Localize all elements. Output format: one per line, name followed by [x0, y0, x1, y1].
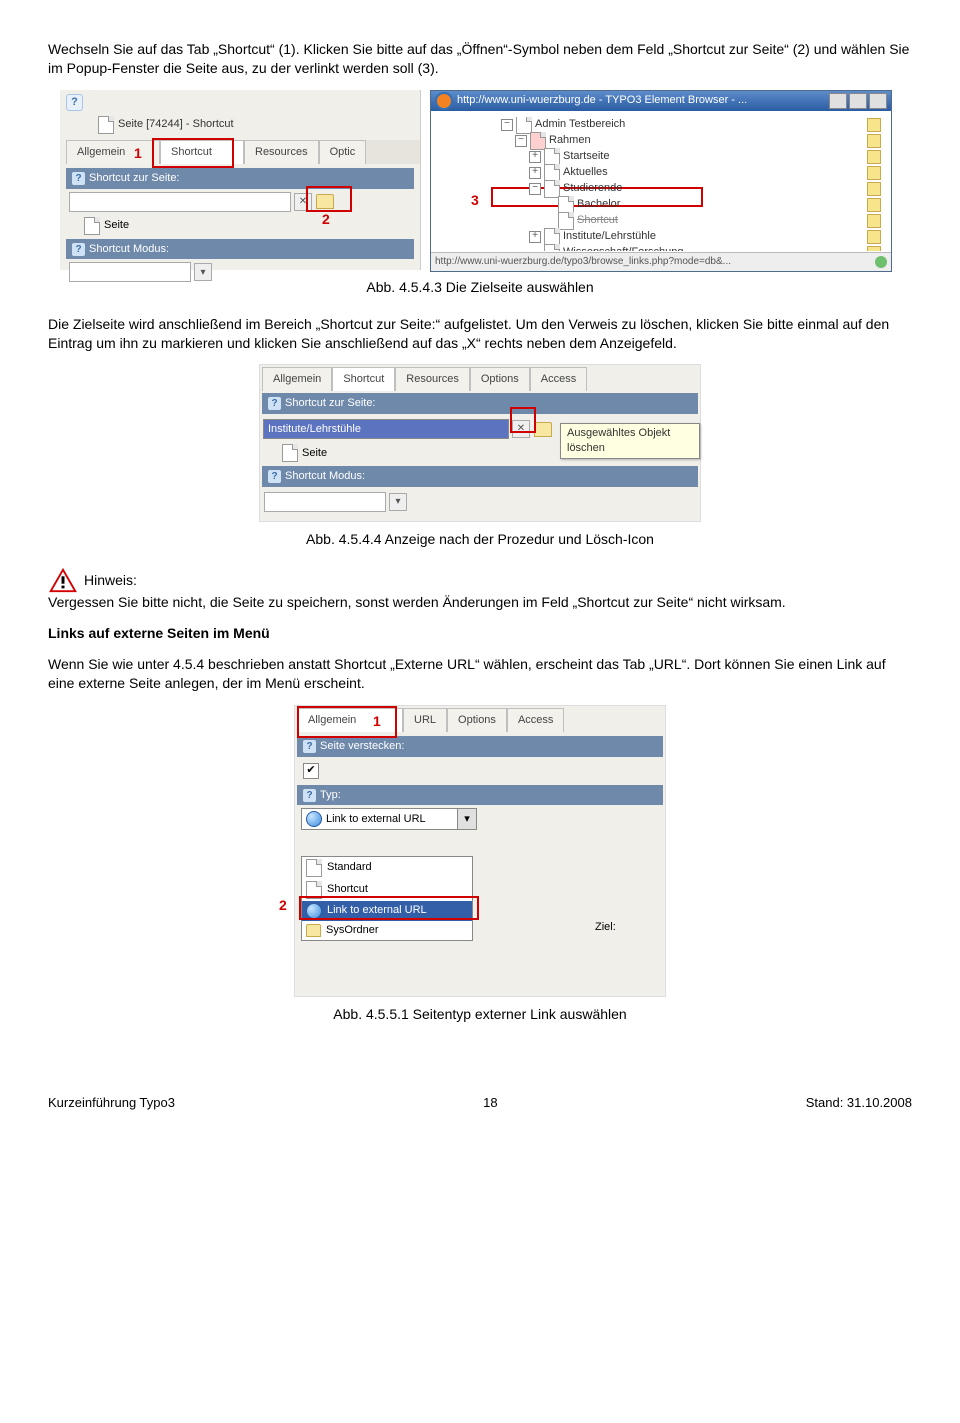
shot1-tabs: Allgemein Shortcut Resources Optic: [66, 140, 420, 164]
field-label-text: Shortcut Modus:: [285, 469, 365, 484]
tooltip-delete: Ausgewähltes Objekt löschen: [560, 423, 700, 459]
footer-page-number: 18: [483, 1094, 497, 1112]
field-shortcut-zur-seite: ?Shortcut zur Seite:: [66, 168, 414, 189]
shortcut-target-value[interactable]: Institute/Lehrstühle: [263, 419, 509, 439]
field-shortcut-modus: ?Shortcut Modus:: [262, 466, 698, 487]
dropdown-option-sysordner[interactable]: SysOrdner: [302, 921, 472, 940]
window-close-icon[interactable]: [869, 93, 887, 109]
ziel-label: Ziel:: [595, 920, 616, 935]
status-url: http://www.uni-wuerzburg.de/typo3/browse…: [435, 255, 731, 269]
field-shortcut-modus: ?Shortcut Modus:: [66, 239, 414, 260]
tree-item[interactable]: −Studierende: [501, 181, 881, 197]
window-min-icon[interactable]: [829, 93, 847, 109]
page-tree: −Admin Testbereich −Rahmen +Startseite +…: [501, 117, 881, 251]
tab-access[interactable]: Access: [507, 708, 564, 732]
globe-icon: [306, 811, 322, 827]
tree-item[interactable]: −Rahmen: [501, 133, 881, 149]
seite-sublabel: Seite: [302, 446, 327, 461]
select-arrow-icon[interactable]: ▾: [194, 263, 212, 281]
status-ok-icon: [875, 256, 887, 268]
tab-options[interactable]: Options: [447, 708, 507, 732]
tab-allgemein[interactable]: Allgemein: [262, 367, 332, 391]
popup-title: http://www.uni-wuerzburg.de - TYPO3 Elem…: [457, 93, 747, 108]
tree-item[interactable]: −Admin Testbereich: [501, 117, 881, 133]
tab-url[interactable]: URL: [403, 708, 447, 732]
tree-item[interactable]: Bachelor: [501, 197, 881, 213]
window-buttons: [829, 93, 887, 109]
warning-icon: [48, 567, 78, 593]
highlight-number-3: 3: [471, 191, 479, 210]
field-label-text: Seite verstecken:: [320, 739, 404, 754]
highlight-number-2: 2: [322, 210, 330, 229]
tree-item[interactable]: +Startseite: [501, 149, 881, 165]
highlight-number-2: 2: [279, 896, 287, 915]
page-footer: Kurzeinführung Typo3 18 Stand: 31.10.200…: [48, 1094, 912, 1112]
folder-open-icon[interactable]: [534, 422, 552, 437]
screenshot-2: Allgemein Shortcut Resources Options Acc…: [259, 364, 701, 522]
tab-access[interactable]: Access: [530, 367, 587, 391]
tree-item[interactable]: +Aktuelles: [501, 165, 881, 181]
dropdown-option-standard[interactable]: Standard: [302, 857, 472, 879]
footer-right: Stand: 31.10.2008: [806, 1094, 912, 1112]
field-shortcut-zur-seite: ?Shortcut zur Seite:: [262, 393, 698, 414]
field-seite-verstecken: ?Seite verstecken:: [297, 736, 663, 757]
type-select[interactable]: Link to external URL ▾: [301, 808, 477, 830]
page-icon: [98, 116, 114, 134]
tab-shortcut[interactable]: Shortcut: [332, 367, 395, 391]
hinweis-label: Hinweis:: [84, 571, 137, 590]
shot1-left-panel: ? Seite [74244] - Shortcut Allgemein Sho…: [60, 90, 421, 270]
field-label-text: Shortcut Modus:: [89, 242, 169, 257]
tab-allgemein[interactable]: Allgemein: [66, 140, 160, 164]
shortcut-target-input[interactable]: [69, 192, 291, 212]
highlight-box-2: [299, 896, 479, 920]
shortcut-modus-select[interactable]: [69, 262, 191, 282]
tree-item[interactable]: Wissenschaft/Forschung: [501, 245, 881, 251]
highlight-box-delete: [510, 407, 536, 433]
tab-options[interactable]: Optic: [319, 140, 367, 164]
tab-resources[interactable]: Resources: [244, 140, 319, 164]
page-icon: [282, 444, 298, 462]
shortcut-modus-select[interactable]: [264, 492, 386, 512]
field-label-text: Typ:: [320, 788, 341, 803]
footer-left: Kurzeinführung Typo3: [48, 1094, 175, 1112]
page-header: Seite [74244] - Shortcut: [98, 116, 234, 134]
type-select-value: Link to external URL: [326, 812, 426, 827]
page-header-label: Seite [74244] - Shortcut: [118, 117, 234, 132]
window-max-icon[interactable]: [849, 93, 867, 109]
highlight-number-1: 1: [134, 144, 142, 163]
shot2-tabs: Allgemein Shortcut Resources Options Acc…: [262, 367, 698, 391]
page-icon: [84, 217, 100, 235]
field-label-text: Shortcut zur Seite:: [285, 396, 376, 411]
heading-external-links: Links auf externe Seiten im Menü: [48, 624, 912, 643]
paragraph-3: Wenn Sie wie unter 4.5.4 beschrieben ans…: [48, 655, 912, 693]
popup-status-bar: http://www.uni-wuerzburg.de/typo3/browse…: [431, 252, 891, 271]
screenshot-3: Allgemein URL Options Access 1 ?Seite ve…: [294, 705, 666, 997]
chevron-down-icon[interactable]: ▾: [457, 809, 476, 829]
field-label-text: Shortcut zur Seite:: [89, 171, 180, 186]
highlight-box-1: [297, 706, 397, 738]
highlight-number-1: 1: [373, 712, 381, 731]
tree-item[interactable]: Shortcut: [501, 213, 881, 229]
hinweis-text: Vergessen Sie bitte nicht, die Seite zu …: [48, 593, 912, 612]
highlight-box-1: [152, 138, 234, 168]
paragraph-2: Die Zielseite wird anschließend im Berei…: [48, 315, 912, 353]
figure-caption-3: Abb. 4.5.5.1 Seitentyp externer Link aus…: [48, 1005, 912, 1024]
figure-caption-2: Abb. 4.5.4.4 Anzeige nach der Prozedur u…: [48, 530, 912, 549]
element-browser-popup: http://www.uni-wuerzburg.de - TYPO3 Elem…: [430, 90, 892, 272]
intro-paragraph: Wechseln Sie auf das Tab „Shortcut“ (1).…: [48, 40, 912, 78]
field-typ: ?Typ:: [297, 785, 663, 806]
help-icon[interactable]: ?: [66, 94, 83, 111]
hide-page-checkbox[interactable]: ✔: [303, 763, 319, 779]
tab-options[interactable]: Options: [470, 367, 530, 391]
highlight-box-2: [306, 186, 352, 212]
tab-resources[interactable]: Resources: [395, 367, 470, 391]
hinweis-row: Hinweis:: [48, 567, 912, 593]
popup-titlebar: http://www.uni-wuerzburg.de - TYPO3 Elem…: [431, 91, 891, 111]
tree-item[interactable]: +Institute/Lehrstühle: [501, 229, 881, 245]
seite-sublabel: Seite: [104, 218, 129, 233]
screenshot-1: ? Seite [74244] - Shortcut Allgemein Sho…: [60, 90, 900, 270]
firefox-icon: [435, 92, 453, 110]
select-arrow-icon[interactable]: ▾: [389, 493, 407, 511]
